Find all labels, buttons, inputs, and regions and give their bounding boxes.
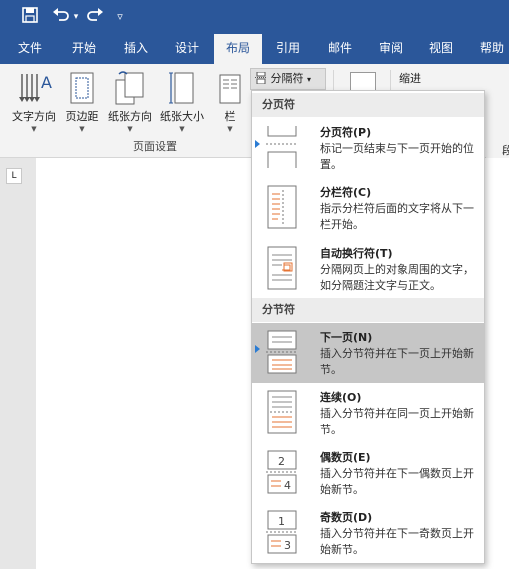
save-icon[interactable]: [20, 7, 40, 27]
odd-page-icon: 13: [266, 510, 298, 554]
ribbon-tabs: 文件 开始 插入 设计 布局 引用 邮件 审阅 视图 帮助: [0, 34, 509, 64]
selection-marker-icon: [255, 140, 260, 148]
menu-item-title: 连续(O): [320, 391, 362, 404]
tab-selector[interactable]: L: [6, 168, 22, 184]
menu-item-title: 奇数页(D): [320, 511, 373, 524]
menu-item-description: 指示分栏符后面的文字将从下一栏开始。: [320, 202, 474, 231]
menu-item-odd-page[interactable]: 13 奇数页(D) 插入分节符并在下一奇数页上开始新节。: [252, 503, 484, 563]
undo-dropdown-caret[interactable]: ▾: [71, 7, 81, 27]
tab-help[interactable]: 帮助: [472, 34, 509, 64]
selection-marker-icon: [255, 345, 260, 353]
size-label: 纸张大小: [160, 110, 204, 123]
menu-item-column-break[interactable]: 分栏符(C) 指示分栏符后面的文字将从下一栏开始。: [252, 178, 484, 238]
chevron-down-icon: ▼: [227, 125, 233, 133]
breaks-caret-icon: ▾: [307, 75, 312, 84]
text-direction-label: 文字方向: [12, 110, 56, 123]
breaks-button[interactable]: 分隔符 ▾: [250, 68, 326, 90]
text-direction-icon: A: [6, 68, 62, 106]
menu-item-next-page[interactable]: 下一页(N) 插入分节符并在下一页上开始新节。: [252, 323, 484, 383]
size-button[interactable]: 纸张大小 ▼: [157, 68, 207, 138]
svg-text:A: A: [41, 73, 52, 92]
tab-file[interactable]: 文件: [8, 34, 52, 64]
menu-item-description: 插入分节符并在下一偶数页上开始新节。: [320, 467, 474, 496]
svg-text:3: 3: [284, 539, 291, 552]
menu-item-title: 自动换行符(T): [320, 247, 393, 260]
section-header-section-breaks: 分节符: [252, 298, 484, 322]
menu-item-description: 插入分节符并在下一奇数页上开始新节。: [320, 527, 474, 556]
menu-item-description: 分隔网页上的对象周围的文字，如分隔题注文字与正文。: [320, 263, 474, 292]
breaks-dropdown: 分页符 分页符(P) 标记一页结束与下一页开始的位置。 分栏符(C) 指示分栏符…: [251, 90, 485, 564]
columns-button[interactable]: 栏 ▼: [214, 68, 246, 138]
even-page-icon: 24: [266, 450, 298, 494]
orientation-label: 纸张方向: [108, 110, 152, 123]
text-wrapping-break-icon: [267, 246, 297, 290]
tab-layout[interactable]: 布局: [214, 34, 262, 64]
text-direction-button[interactable]: A 文字方向 ▼: [6, 68, 62, 138]
menu-item-description: 标记一页结束与下一页开始的位置。: [320, 142, 474, 171]
menu-item-even-page[interactable]: 24 偶数页(E) 插入分节符并在下一偶数页上开始新节。: [252, 443, 484, 503]
chevron-down-icon: ▼: [179, 125, 185, 133]
chevron-down-icon: ▼: [127, 125, 133, 133]
svg-text:2: 2: [278, 455, 285, 468]
tab-mailings[interactable]: 邮件: [318, 34, 362, 64]
margins-label: 页边距: [65, 110, 99, 123]
tab-review[interactable]: 审阅: [369, 34, 413, 64]
continuous-icon: [267, 390, 297, 434]
orientation-icon: [104, 68, 156, 106]
menu-item-title: 分栏符(C): [320, 186, 372, 199]
tab-insert[interactable]: 插入: [114, 34, 158, 64]
menu-item-text-wrapping-break[interactable]: 自动换行符(T) 分隔网页上的对象周围的文字，如分隔题注文字与正文。: [252, 239, 484, 299]
breaks-icon: [255, 71, 267, 85]
tab-references[interactable]: 引用: [266, 34, 310, 64]
breaks-label: 分隔符: [270, 72, 304, 85]
group-page-setup-label: 页面设置: [133, 140, 177, 153]
menu-item-title: 分页符(P): [320, 126, 372, 139]
menu-item-title: 下一页(N): [320, 331, 373, 344]
menu-item-description: 插入分节符并在同一页上开始新节。: [320, 407, 474, 436]
svg-text:4: 4: [284, 479, 291, 492]
page-break-icon: [266, 126, 298, 168]
columns-icon: [214, 68, 246, 106]
column-break-icon: [267, 185, 297, 229]
tab-design[interactable]: 设计: [165, 34, 209, 64]
chevron-down-icon: ▼: [31, 125, 37, 133]
margins-icon: [62, 68, 102, 106]
orientation-button[interactable]: 纸张方向 ▼: [104, 68, 156, 138]
columns-label: 栏: [224, 110, 236, 123]
chevron-down-icon: ▼: [79, 125, 85, 133]
size-icon: [157, 68, 207, 106]
title-bar: ▾ ▿: [0, 0, 509, 34]
tab-view[interactable]: 视图: [419, 34, 463, 64]
menu-item-page-break[interactable]: 分页符(P) 标记一页结束与下一页开始的位置。: [252, 118, 484, 178]
tab-home[interactable]: 开始: [62, 34, 106, 64]
next-page-icon: [266, 330, 298, 374]
menu-item-continuous[interactable]: 连续(O) 插入分节符并在同一页上开始新节。: [252, 383, 484, 443]
redo-icon[interactable]: [84, 7, 106, 27]
undo-icon[interactable]: [50, 7, 72, 27]
paragraph-edge-label: 段: [502, 144, 509, 157]
menu-item-description: 插入分节符并在下一页上开始新节。: [320, 347, 474, 376]
indent-label: 缩进: [399, 72, 421, 85]
customize-qat-icon[interactable]: ▿: [112, 7, 128, 27]
margins-button[interactable]: 页边距 ▼: [62, 68, 102, 138]
menu-item-title: 偶数页(E): [320, 451, 371, 464]
svg-text:1: 1: [278, 515, 285, 528]
section-header-page-breaks: 分页符: [252, 93, 484, 117]
